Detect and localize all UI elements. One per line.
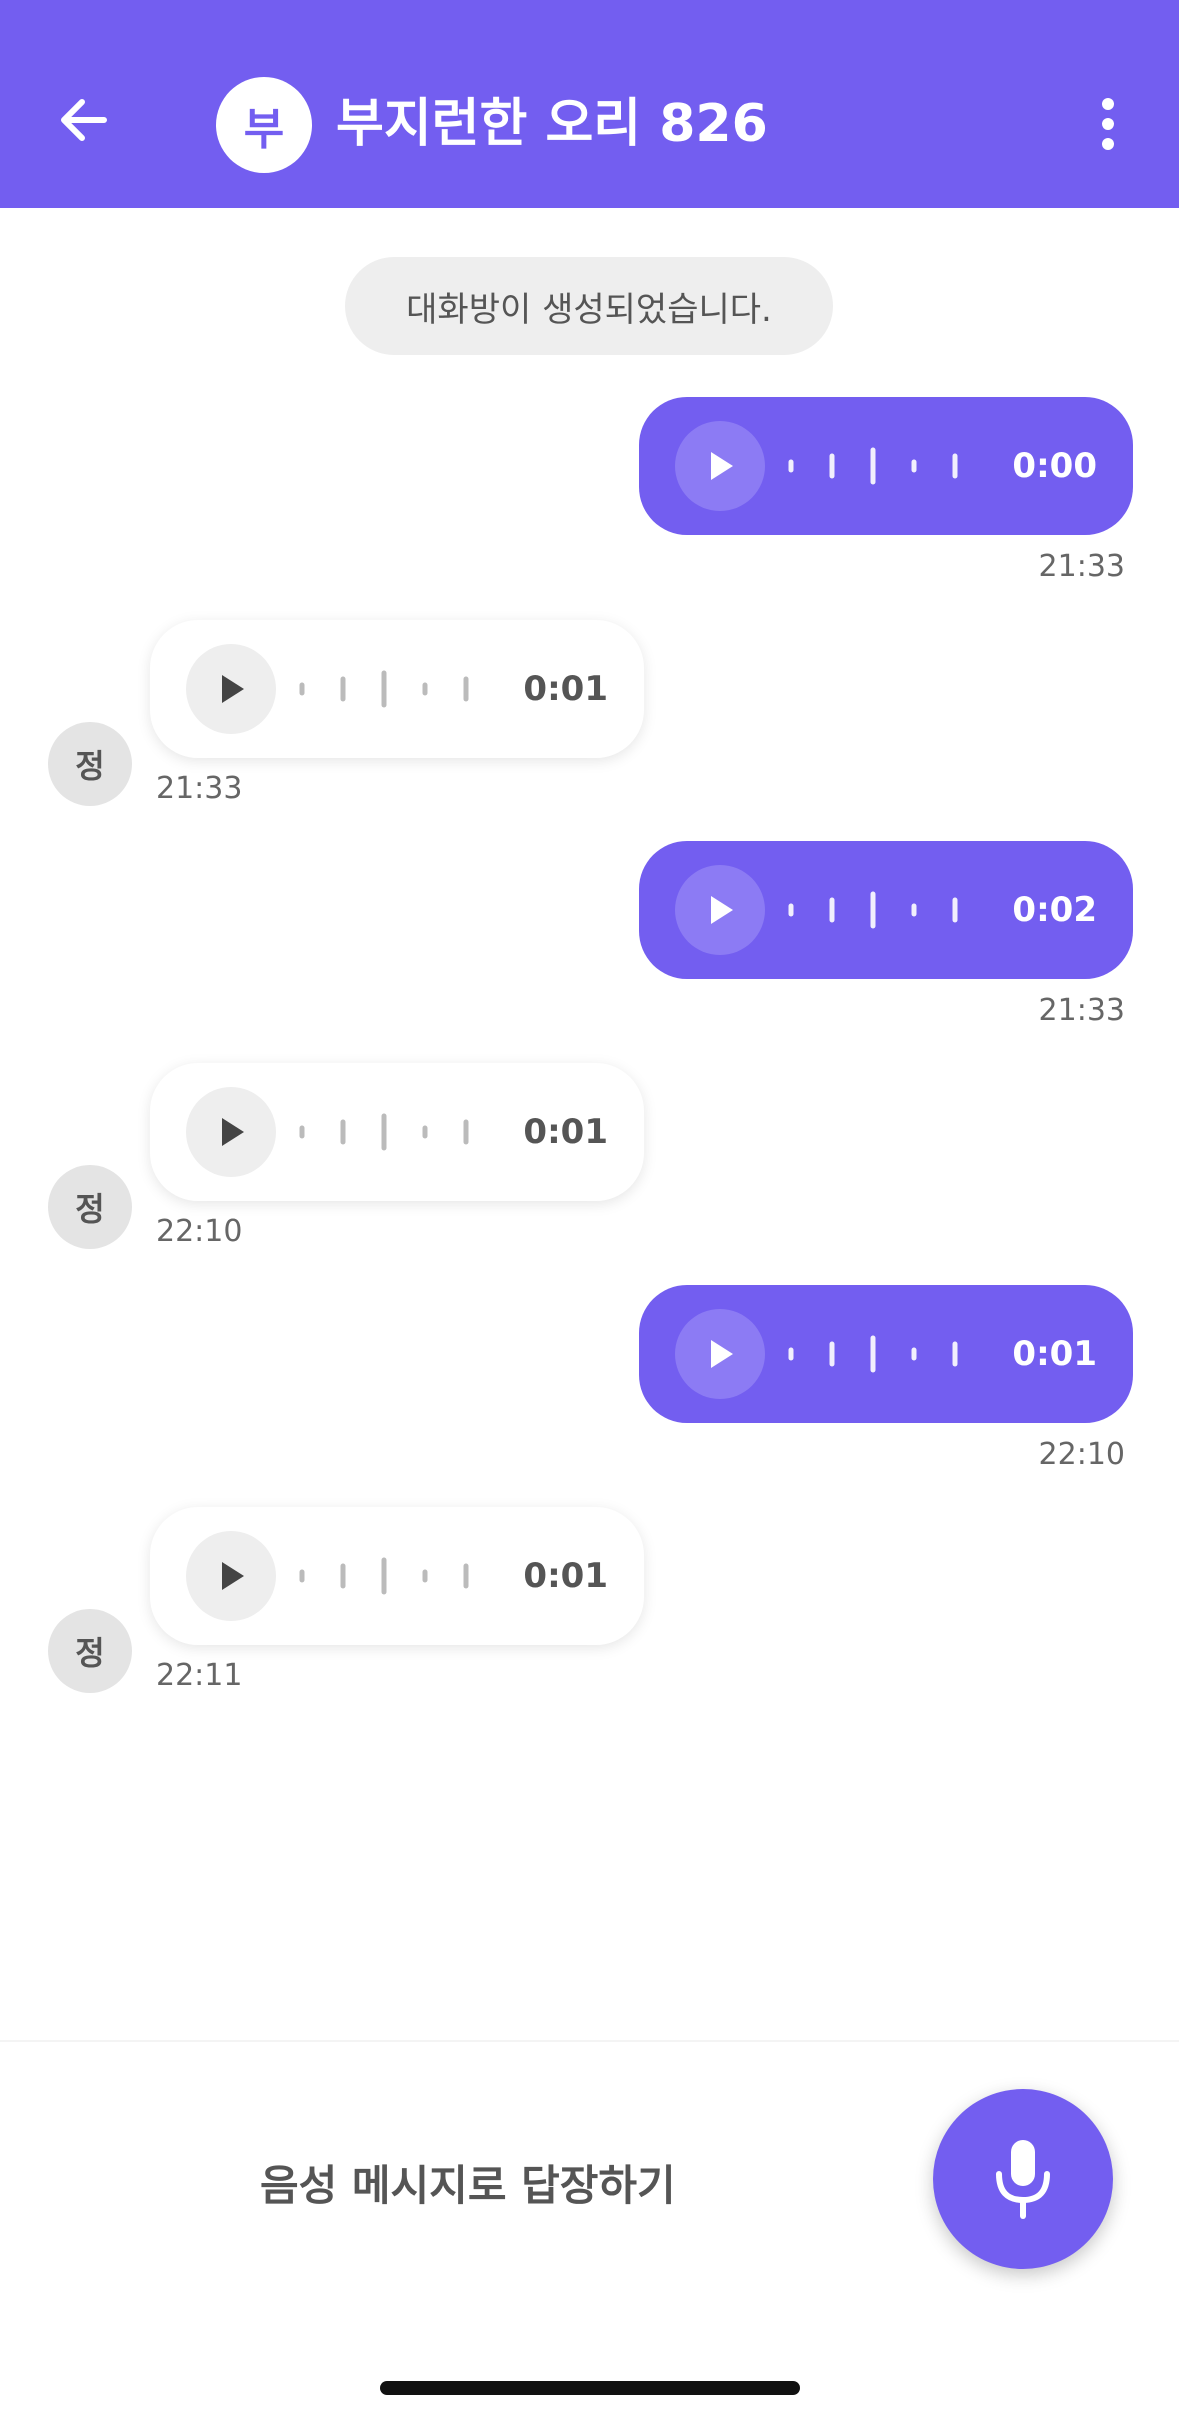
play-icon	[711, 452, 733, 480]
voice-message-bubble: 0:01	[150, 1063, 644, 1201]
play-icon	[222, 1562, 244, 1590]
voice-duration: 0:01	[523, 669, 608, 709]
waveform	[788, 891, 958, 929]
voice-duration: 0:02	[1012, 890, 1097, 930]
system-message: 대화방이 생성되었습니다.	[345, 257, 833, 355]
message-timestamp: 21:33	[1038, 993, 1125, 1028]
message-timestamp: 21:33	[1038, 549, 1125, 584]
voice-duration: 0:01	[1012, 1334, 1097, 1374]
voice-duration: 0:01	[523, 1556, 608, 1596]
play-button[interactable]	[675, 865, 765, 955]
voice-duration: 0:01	[523, 1112, 608, 1152]
message-timestamp: 21:33	[156, 771, 243, 806]
back-button[interactable]	[48, 84, 120, 156]
voice-message-bubble: 0:01	[150, 1507, 644, 1645]
voice-message-bubble: 0:02	[639, 841, 1133, 979]
microphone-icon	[996, 2140, 1050, 2219]
waveform	[299, 1113, 469, 1151]
message-timestamp: 22:10	[156, 1214, 243, 1249]
arrow-left-icon	[61, 99, 107, 141]
voice-duration: 0:00	[1012, 446, 1097, 486]
voice-message-bubble: 0:01	[150, 620, 644, 758]
chat-title: 부지런한 오리 826	[336, 94, 768, 154]
home-indicator	[380, 2381, 800, 2395]
voice-message-bubble: 0:01	[639, 1285, 1133, 1423]
chat-avatar: 부	[216, 77, 312, 173]
waveform	[299, 670, 469, 708]
sender-avatar: 정	[48, 1609, 132, 1693]
play-button[interactable]	[186, 644, 276, 734]
footer-divider	[0, 2040, 1179, 2042]
sender-avatar: 정	[48, 722, 132, 806]
play-icon	[222, 675, 244, 703]
play-button[interactable]	[186, 1087, 276, 1177]
play-icon	[711, 1340, 733, 1368]
more-vertical-icon	[1102, 98, 1114, 150]
play-button[interactable]	[675, 421, 765, 511]
play-icon	[711, 896, 733, 924]
play-icon	[222, 1118, 244, 1146]
play-button[interactable]	[675, 1309, 765, 1399]
voice-reply-label: 음성 메시지로 답장하기	[260, 2161, 676, 2210]
sender-avatar: 정	[48, 1165, 132, 1249]
app-header: 부 부지런한 오리 826	[0, 0, 1179, 208]
more-options-button[interactable]	[1084, 96, 1132, 152]
voice-message-bubble: 0:00	[639, 397, 1133, 535]
record-voice-button[interactable]	[933, 2089, 1113, 2269]
play-button[interactable]	[186, 1531, 276, 1621]
message-timestamp: 22:11	[156, 1658, 243, 1693]
waveform	[299, 1557, 469, 1595]
message-timestamp: 22:10	[1038, 1437, 1125, 1472]
waveform	[788, 447, 958, 485]
waveform	[788, 1335, 958, 1373]
